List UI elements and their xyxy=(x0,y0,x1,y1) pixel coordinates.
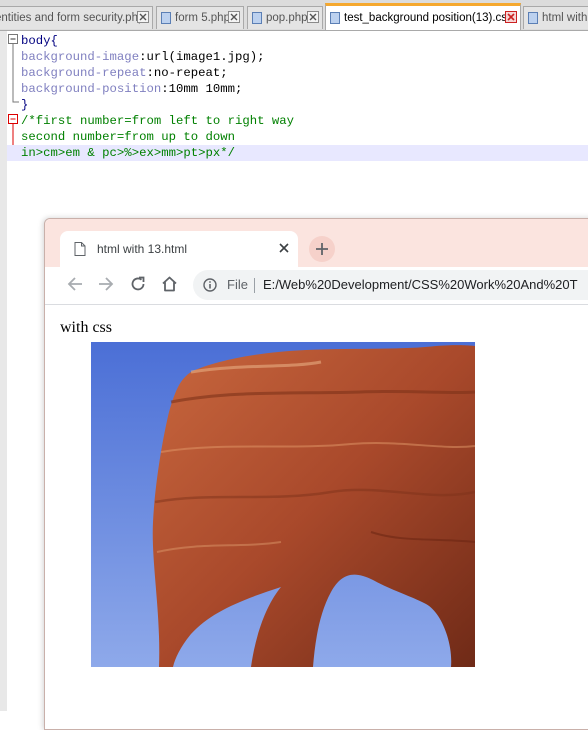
close-icon[interactable] xyxy=(279,243,289,253)
editor-tab-label: entities and form security.php xyxy=(0,12,145,24)
info-icon[interactable] xyxy=(203,278,217,292)
editor-tab-label: pop.php xyxy=(266,12,308,24)
css-value: url(image1.jpg); xyxy=(146,50,265,64)
editor-tab-label: test_background position(13).css xyxy=(344,12,513,24)
code-line-6: /*first number=from left to right way xyxy=(21,114,295,128)
url-scheme-label: File xyxy=(227,277,248,292)
editor-tab-entities-form-security[interactable]: entities and form security.php xyxy=(0,6,153,29)
editor-tab-label: html with 13 xyxy=(542,12,588,24)
editor-tab-pop[interactable]: pop.php xyxy=(247,6,323,29)
code-line-3: background-repeat:no-repeat; xyxy=(21,65,228,81)
editor-tab-test-background-position[interactable]: test_background position(13).css xyxy=(325,3,521,30)
code-brace: { xyxy=(50,34,58,48)
css-value: 10mm 10mm; xyxy=(168,82,243,96)
browser-window: html with 13.html File E:/Web%20Developm… xyxy=(44,218,588,730)
page-content: with css xyxy=(45,305,588,725)
url-text[interactable]: E:/Web%20Development/CSS%20Work%20And%20… xyxy=(263,277,578,292)
code-colon: : xyxy=(161,82,169,96)
editor-gutter xyxy=(0,31,7,711)
code-line-8: in>cm>em & pc>%>ex>mm>pt>px*/ xyxy=(7,145,588,161)
close-icon[interactable] xyxy=(307,11,319,23)
editor-tab-label: form 5.php xyxy=(175,12,230,24)
reload-icon[interactable] xyxy=(130,276,146,292)
code-line-7: second number=from up to down xyxy=(21,130,236,144)
css-property: background-position xyxy=(21,82,162,96)
browser-tab-title: html with 13.html xyxy=(97,242,188,256)
forward-arrow-icon[interactable] xyxy=(98,276,114,292)
file-icon xyxy=(330,12,340,24)
code-line-2: background-image:url(image1.jpg); xyxy=(21,49,265,65)
code-line-5: } xyxy=(21,97,28,113)
new-tab-button[interactable] xyxy=(309,236,335,262)
back-arrow-icon[interactable] xyxy=(67,276,83,292)
fold-margin xyxy=(8,34,19,154)
browser-tab-strip: html with 13.html xyxy=(45,219,588,267)
code-colon: : xyxy=(146,66,154,80)
editor-tab-bar: entities and form security.php form 5.ph… xyxy=(0,0,588,31)
plus-icon xyxy=(316,243,328,255)
css-property: background-repeat xyxy=(21,66,147,80)
css-property: background-image xyxy=(21,50,140,64)
editor-tab-html-with-13[interactable]: html with 13 xyxy=(523,6,588,29)
editor-tab-form5[interactable]: form 5.php xyxy=(156,6,244,29)
page-heading: with css xyxy=(60,319,112,336)
code-line-1: body{ xyxy=(21,33,58,49)
close-icon[interactable] xyxy=(137,11,149,23)
omnibox-divider xyxy=(254,278,255,293)
file-icon xyxy=(161,12,171,24)
browser-tab[interactable]: html with 13.html xyxy=(60,231,298,267)
browser-toolbar: File E:/Web%20Development/CSS%20Work%20A… xyxy=(45,267,588,305)
home-icon[interactable] xyxy=(161,276,178,292)
file-icon xyxy=(252,12,262,24)
css-value: no-repeat; xyxy=(153,66,228,80)
page-icon xyxy=(74,242,86,256)
css-selector: body xyxy=(21,34,51,48)
close-icon[interactable] xyxy=(505,11,517,23)
address-bar[interactable]: File E:/Web%20Development/CSS%20Work%20A… xyxy=(193,270,588,300)
rock-arch-image xyxy=(91,342,475,667)
code-brace: } xyxy=(21,98,29,112)
code-line-4: background-position:10mm 10mm; xyxy=(21,81,242,97)
file-icon xyxy=(528,12,538,24)
close-icon[interactable] xyxy=(228,11,240,23)
